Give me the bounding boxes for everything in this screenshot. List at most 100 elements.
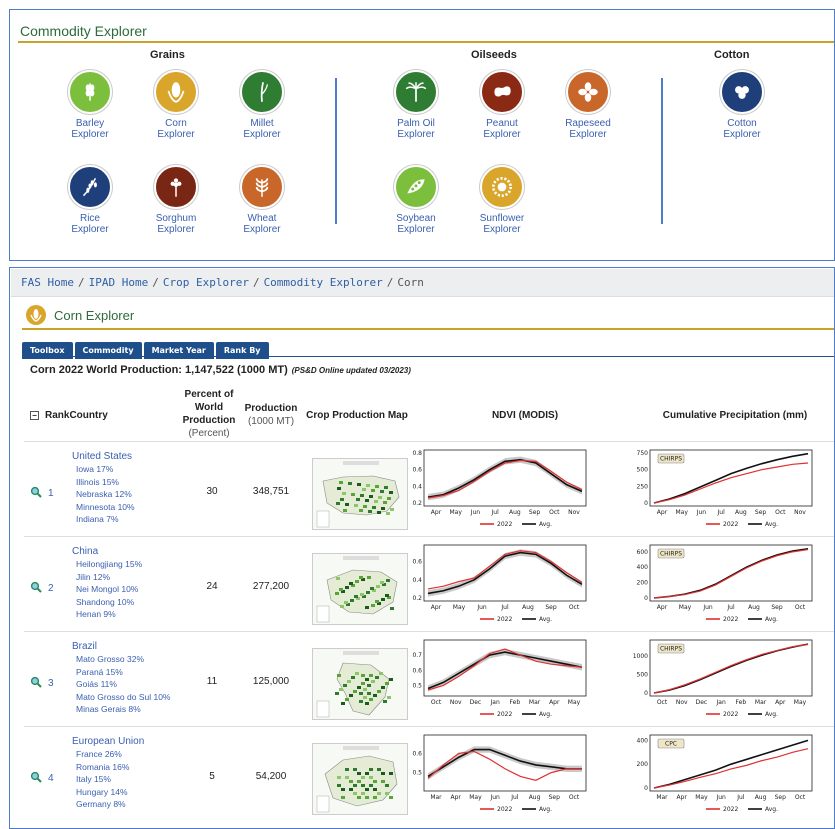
y-tick-label: 0.6 — [412, 667, 422, 674]
crop-production-map-thumbnail[interactable] — [312, 648, 408, 720]
production-cell — [390, 508, 394, 511]
region-link[interactable]: Romania 16% — [76, 761, 129, 774]
x-tick-label: Apr — [451, 794, 462, 801]
breadcrumb-ipad-home[interactable]: IPAD Home — [89, 276, 149, 289]
commodity-label: Barley Explorer — [71, 118, 109, 140]
collapse-toggle[interactable]: − — [30, 410, 39, 420]
region-link[interactable]: Minnesota 10% — [76, 501, 135, 514]
map-image — [316, 556, 398, 623]
commodity-cotton-explorer-link[interactable]: Cotton Explorer — [702, 70, 782, 140]
production-cell — [360, 593, 364, 596]
region-link[interactable]: Mato Grosso 32% — [76, 653, 171, 666]
y-tick-label: 0 — [644, 500, 648, 507]
production-cell — [365, 702, 369, 705]
production-cell — [371, 604, 375, 607]
region-link[interactable]: France 26% — [76, 748, 129, 761]
crop-production-map-thumbnail[interactable] — [312, 743, 408, 815]
region-link[interactable]: Shandong 10% — [76, 596, 142, 609]
commodity-sorghum-explorer-link[interactable]: Sorghum Explorer — [136, 165, 216, 235]
x-tick-label: Nov — [568, 509, 580, 516]
production-cell — [354, 595, 358, 598]
region-link[interactable]: Germany 8% — [76, 798, 129, 811]
region-link[interactable]: Italy 15% — [76, 773, 129, 786]
x-tick-label: Apr — [657, 604, 668, 611]
legend-2022-label: 2022 — [497, 616, 512, 623]
crop-production-map-thumbnail[interactable] — [312, 553, 408, 625]
region-link[interactable]: Goiás 11% — [76, 678, 171, 691]
commodity-palm-oil-explorer-link[interactable]: Palm Oil Explorer — [376, 70, 456, 140]
country-link[interactable]: Brazil — [72, 641, 97, 652]
commodity-barley-explorer-link[interactable]: Barley Explorer — [50, 70, 130, 140]
y-tick-label: 0.5 — [412, 682, 422, 689]
map-legend — [316, 700, 330, 718]
y-tick-label: 250 — [637, 483, 649, 490]
precip-header: Cumulative Precipitation (mm) — [662, 410, 808, 421]
x-tick-label: Sep — [549, 794, 561, 801]
x-tick-label: Jul — [500, 604, 509, 611]
x-tick-label: Sep — [529, 509, 541, 516]
zoom-icon[interactable] — [30, 676, 42, 691]
zoom-icon[interactable] — [30, 771, 42, 786]
region-link[interactable]: Nei Mongol 10% — [76, 583, 142, 596]
breadcrumb-commodity-explorer[interactable]: Commodity Explorer — [264, 276, 383, 289]
region-link[interactable]: Hungary 14% — [76, 786, 129, 799]
x-tick-label: May — [676, 509, 689, 516]
production-cell — [354, 504, 358, 507]
x-tick-label: Jul — [491, 509, 500, 516]
breadcrumb-current: Corn — [397, 276, 424, 289]
commodity-sunflower-explorer-link[interactable]: Sunflower Explorer — [462, 165, 542, 235]
x-tick-label: Sep — [771, 604, 783, 611]
region-link[interactable]: Heilongjiang 15% — [76, 558, 142, 571]
x-tick-label: May — [794, 699, 807, 706]
region-link[interactable]: Iowa 17% — [76, 463, 135, 476]
production-cell — [385, 682, 389, 685]
x-tick-label: May — [568, 699, 581, 706]
region-link[interactable]: Mato Grosso do Sul 10% — [76, 691, 171, 704]
region-link[interactable]: Indiana 7% — [76, 513, 135, 526]
breadcrumb-fas-home[interactable]: FAS Home — [21, 276, 74, 289]
production-cell — [381, 598, 385, 601]
production-cell — [367, 684, 371, 687]
country-link[interactable]: European Union — [72, 736, 144, 747]
map-title-bar — [343, 556, 379, 560]
commodity-label: Sunflower Explorer — [479, 213, 525, 235]
region-link[interactable]: Jilin 12% — [76, 571, 142, 584]
production-cell — [381, 780, 385, 783]
crop-production-map-thumbnail[interactable] — [312, 458, 408, 530]
country-link[interactable]: United States — [72, 451, 132, 462]
commodity-corn-explorer-link[interactable]: Corn Explorer — [136, 70, 216, 140]
commodity-millet-explorer-link[interactable]: Millet Explorer — [222, 70, 302, 140]
commodity-wheat-explorer-link[interactable]: Wheat Explorer — [222, 165, 302, 235]
commodity-soybean-explorer-link[interactable]: Soybean Explorer — [376, 165, 456, 235]
production-cell — [353, 784, 357, 787]
commodity-peanut-explorer-link[interactable]: Peanut Explorer — [462, 70, 542, 140]
plot-frame — [423, 639, 587, 697]
country-link[interactable]: China — [72, 546, 98, 557]
ndvi-chart: 0.6 0.5 Mar Apr May Jun Jul Aug Sep Oct 2022 Avg. — [412, 734, 587, 813]
breadcrumb-separator: / — [252, 276, 260, 289]
zoom-icon[interactable] — [30, 581, 42, 596]
commodity-label: Palm Oil Explorer — [397, 118, 435, 140]
x-tick-label: Nov — [676, 699, 688, 706]
percent-header-line: World — [194, 402, 224, 413]
ndvi-chart: 0.8 0.6 0.4 0.2 Apr May Jun Jul Aug Sep Oct Nov 2022… — [412, 449, 587, 528]
region-link[interactable]: Minas Gerais 8% — [76, 703, 171, 716]
zoom-icon[interactable] — [30, 486, 42, 501]
region-link[interactable]: Nebraska 12% — [76, 488, 135, 501]
production-value: 277,200 — [252, 581, 290, 592]
region-link[interactable]: Paraná 15% — [76, 666, 171, 679]
breadcrumb-crop-explorer[interactable]: Crop Explorer — [163, 276, 249, 289]
commodity-rice-explorer-link[interactable]: Rice Explorer — [50, 165, 130, 235]
production-cell — [363, 505, 367, 508]
x-tick-label: Jun — [489, 794, 500, 801]
x-tick-label: Oct — [569, 794, 580, 801]
x-tick-label: May — [450, 509, 463, 516]
divider — [18, 41, 834, 43]
production-cell — [344, 601, 348, 604]
x-tick-label: Apr — [431, 509, 442, 516]
x-tick-label: May — [679, 604, 692, 611]
region-link[interactable]: Illinois 15% — [76, 476, 135, 489]
production-cell — [361, 792, 365, 795]
commodity-rapeseed-explorer-link[interactable]: Rapeseed Explorer — [548, 70, 628, 140]
region-link[interactable]: Henan 9% — [76, 608, 142, 621]
